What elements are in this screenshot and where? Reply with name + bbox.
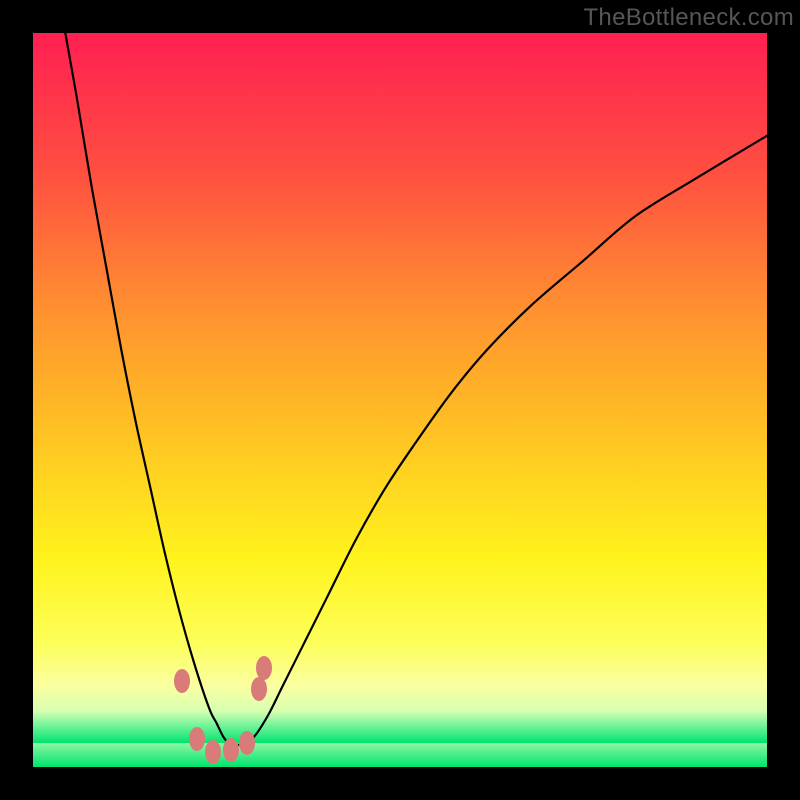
- background-gradient: [33, 33, 767, 743]
- green-band: [33, 743, 767, 767]
- data-marker: [256, 656, 272, 680]
- data-marker: [205, 740, 221, 764]
- watermark-text: TheBottleneck.com: [583, 4, 794, 32]
- data-marker: [239, 731, 255, 755]
- data-marker: [189, 727, 205, 751]
- chart-frame: TheBottleneck.com: [0, 0, 800, 800]
- plot-area: [33, 33, 767, 767]
- data-marker: [174, 669, 190, 693]
- data-marker: [251, 677, 267, 701]
- data-marker: [223, 738, 239, 762]
